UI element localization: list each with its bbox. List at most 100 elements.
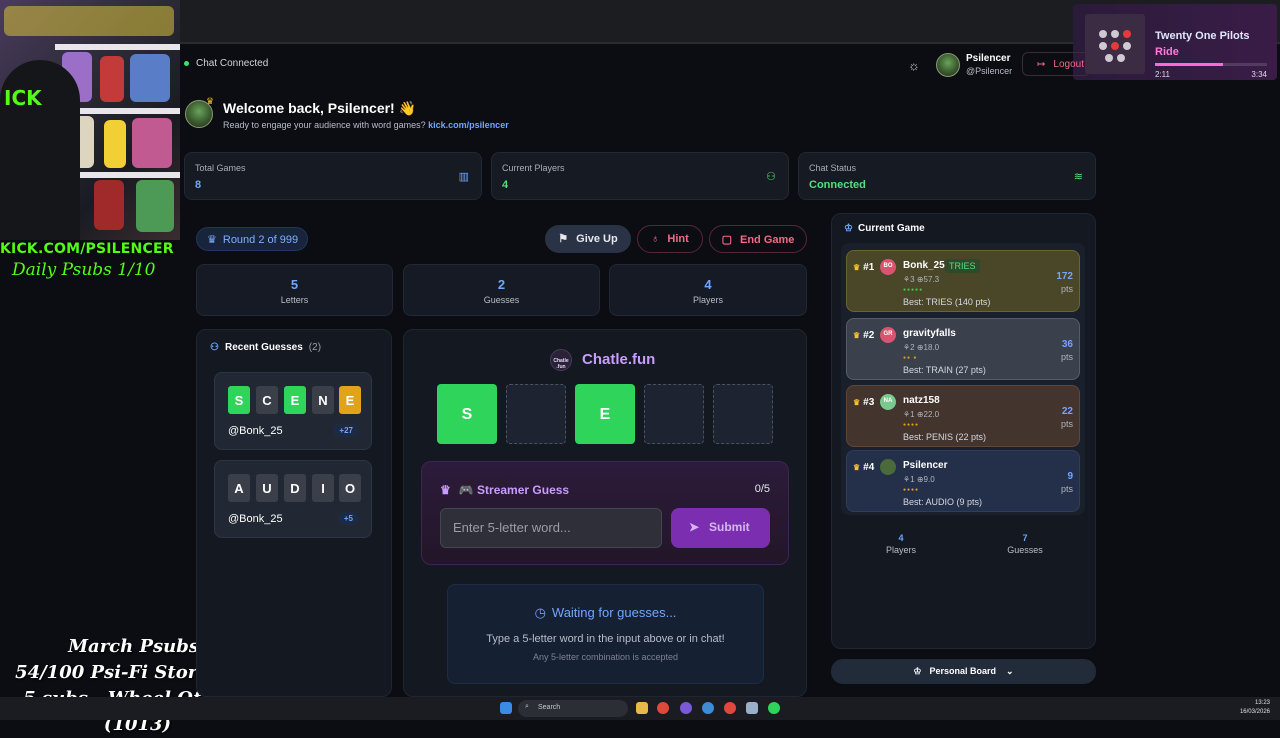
letter-tile: E bbox=[339, 386, 361, 414]
logout-button[interactable]: ↦ Logout bbox=[1022, 52, 1090, 76]
stat-card-total-games: Total Games 8 ▥ bbox=[184, 152, 482, 200]
player-best: Best: AUDIO (9 pts) bbox=[903, 497, 983, 507]
clock-time: 13:23 bbox=[1254, 700, 1270, 706]
board-tile bbox=[644, 384, 704, 444]
channel-link[interactable]: kick.com/psilencer bbox=[428, 120, 509, 130]
recent-guesses-label: Recent Guesses bbox=[224, 342, 303, 353]
hint-label: Hint bbox=[667, 233, 689, 245]
guess-card: A U D I O @Bonk_25 +5 bbox=[214, 460, 372, 538]
guess-dots: ●●●● bbox=[903, 422, 920, 428]
figure bbox=[100, 56, 124, 102]
summary-label: Players bbox=[885, 545, 916, 555]
app-icon[interactable] bbox=[724, 702, 736, 714]
give-up-button[interactable]: ⚑ Give Up bbox=[545, 225, 631, 253]
letter-tile: A bbox=[228, 474, 250, 502]
trophy-icon: ♔ bbox=[913, 666, 922, 676]
figure bbox=[104, 120, 126, 168]
crown-icon: ♛ bbox=[206, 96, 215, 106]
avatar: BO bbox=[880, 259, 896, 275]
send-icon: ➤ bbox=[689, 520, 700, 534]
figure bbox=[130, 54, 170, 102]
guess-dots: ●● ● bbox=[903, 355, 918, 361]
chart-icon: ▥ bbox=[458, 171, 469, 183]
users-icon: ⚇ bbox=[210, 342, 219, 353]
guess-user: @Bonk_25 bbox=[228, 513, 283, 525]
streamer-guess-title: ♛ 🎮 Streamer Guess bbox=[440, 483, 569, 497]
stat-label: Letters bbox=[280, 295, 309, 305]
rank-label: ♛ #4 bbox=[853, 462, 874, 473]
leaderboard-row[interactable]: ♛ #1 BO Bonk_25 TRIES ⚘3 ⊕57.3 ●●●●● Best: TRIE… bbox=[846, 250, 1080, 312]
stat-label: Guesses bbox=[483, 295, 520, 305]
art-dot bbox=[1111, 30, 1119, 38]
board-tile: S bbox=[437, 384, 497, 444]
avatar[interactable] bbox=[936, 53, 960, 77]
summary-guesses: 7 Guesses bbox=[995, 533, 1055, 555]
steam-icon[interactable] bbox=[746, 702, 758, 714]
round-label: Round 2 of 999 bbox=[222, 234, 299, 246]
file-explorer-icon[interactable] bbox=[636, 702, 648, 714]
word-input[interactable]: Enter 5-letter word... bbox=[440, 508, 662, 548]
stat-label: Total Games bbox=[195, 163, 246, 173]
chrome-icon[interactable] bbox=[657, 702, 669, 714]
start-icon[interactable] bbox=[500, 702, 512, 714]
letter-tile: O bbox=[339, 474, 361, 502]
guesses-stat: 2 Guesses bbox=[403, 264, 600, 316]
player-tag: TRIES bbox=[945, 259, 980, 273]
art-dot bbox=[1105, 54, 1113, 62]
plush-row bbox=[4, 6, 174, 36]
user-name: Psilencer bbox=[966, 53, 1011, 64]
guess-points: +5 bbox=[337, 512, 359, 525]
player-name: gravityfalls bbox=[903, 328, 956, 339]
app-icon[interactable] bbox=[680, 702, 692, 714]
chat-connection-indicator: Chat Connected bbox=[184, 58, 268, 69]
rank-number: #1 bbox=[863, 262, 875, 273]
figure bbox=[136, 180, 174, 232]
personal-board-button[interactable]: ♔ Personal Board ⌄ bbox=[831, 659, 1096, 684]
hint-button[interactable]: ♁ Hint bbox=[637, 225, 703, 253]
rank-label: ♛ #3 bbox=[853, 397, 874, 408]
stat-value: 4 bbox=[704, 277, 712, 292]
player-meta: ⚘1 ⊕22.0 bbox=[903, 410, 940, 419]
player-best: Best: TRAIN (27 pts) bbox=[903, 365, 986, 375]
logout-label: Logout bbox=[1053, 59, 1084, 70]
chat-connection-label: Chat Connected bbox=[196, 58, 269, 69]
end-game-button[interactable]: ▢ End Game bbox=[709, 225, 807, 253]
chatle-logo-icon: Chatle .fun bbox=[550, 349, 572, 371]
stop-icon: ▢ bbox=[721, 234, 732, 246]
chevron-down-icon: ⌄ bbox=[1006, 666, 1014, 676]
player-points: 22 bbox=[1061, 406, 1073, 417]
streamer-guess-box: ♛ 🎮 Streamer Guess 0/5 Enter 5-letter wor… bbox=[421, 461, 789, 565]
guess-user: @Bonk_25 bbox=[228, 425, 283, 437]
player-points-unit: pts bbox=[1060, 419, 1073, 429]
flag-icon: ⚑ bbox=[558, 233, 569, 245]
rank-number: #2 bbox=[863, 330, 875, 341]
recent-guesses-count: (2) bbox=[308, 342, 322, 353]
system-clock[interactable]: 13:23 16/03/2026 bbox=[1240, 699, 1270, 717]
player-best: Best: TRIES (140 pts) bbox=[903, 297, 991, 307]
stat-card-chat-status: Chat Status Connected ≋ bbox=[798, 152, 1096, 200]
letter-tile: E bbox=[284, 386, 306, 414]
rank-label: ♛ #1 bbox=[853, 262, 874, 273]
shelf bbox=[55, 44, 180, 50]
crown-icon: ♛ bbox=[440, 483, 451, 497]
leaderboard-row[interactable]: ♛ #3 NA natz158 ⚘1 ⊕22.0 ●●●● Best: PENIS (22 … bbox=[846, 385, 1080, 447]
art-dot bbox=[1111, 42, 1119, 50]
player-meta: ⚘2 ⊕18.0 bbox=[903, 343, 940, 352]
submit-button[interactable]: ➤ Submit bbox=[671, 508, 770, 548]
welcome-subtitle-text: Ready to engage your audience with word … bbox=[223, 120, 426, 130]
leaderboard-row[interactable]: ♛ #4 Psilencer ⚘1 ⊕9.0 ●●●● Best: AUDIO (9 pt… bbox=[846, 450, 1080, 512]
webcam-overlay bbox=[0, 0, 180, 240]
app-icon[interactable] bbox=[702, 702, 714, 714]
board-tile: E bbox=[575, 384, 635, 444]
welcome-subtitle: Ready to engage your audience with word … bbox=[223, 120, 509, 130]
brand-name: Chatle.fun bbox=[582, 350, 656, 368]
taskbar-search[interactable]: ⌕ Search bbox=[518, 700, 628, 717]
player-best: Best: PENIS (22 pts) bbox=[903, 432, 987, 442]
spotify-icon[interactable] bbox=[768, 702, 780, 714]
stat-value: 5 bbox=[290, 277, 299, 292]
sun-icon[interactable]: ☼ bbox=[908, 58, 920, 73]
art-dot bbox=[1123, 30, 1131, 38]
leaderboard-row[interactable]: ♛ #2 GR gravityfalls ⚘2 ⊕18.0 ●● ● Best: TRAIN… bbox=[846, 318, 1080, 380]
user-handle: @Psilencer bbox=[966, 66, 1013, 76]
guess-dots: ●●●●● bbox=[903, 287, 924, 293]
